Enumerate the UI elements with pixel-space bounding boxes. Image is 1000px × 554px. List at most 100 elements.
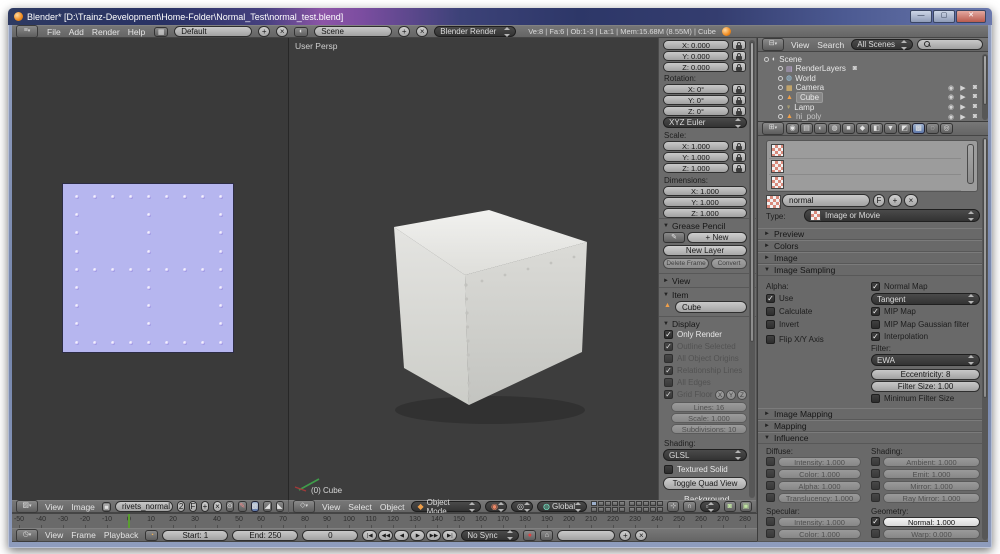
diffuse-0-checkbox[interactable] [766,457,775,466]
unlink-image-button[interactable]: × [213,501,221,512]
info-render-menu[interactable]: Render [89,27,123,37]
alpha-calculate-checkbox[interactable] [766,307,775,316]
renderability-camera-icon[interactable]: ◙ [969,103,981,111]
layer-toggle[interactable] [591,501,597,506]
layer-toggle[interactable] [636,501,642,506]
prev-keyframe-button[interactable]: ◀◀ [378,530,393,541]
diffuse-0-slider[interactable]: Intensity: 1.000 [778,457,861,467]
snap-element-select[interactable]: ▫ [700,501,720,512]
manipulator-icon[interactable]: ⊹ [667,501,679,512]
rotation-x-field-lock-icon[interactable] [732,84,746,94]
selectability-cursor-icon[interactable]: ▶ [957,113,969,121]
texture-slot-row[interactable] [769,159,961,175]
layer-toggle[interactable] [619,507,625,512]
slot-list-scrollbar[interactable] [967,144,974,184]
next-keyframe-button[interactable]: ▶▶ [426,530,441,541]
shading-1-slider[interactable]: Emit: 1.000 [883,469,980,479]
outliner-search-menu[interactable]: Search [814,40,847,50]
play-button[interactable]: ▶ [410,530,425,541]
grid-subdivisions-field[interactable]: Subdivisions: 10 [671,424,747,434]
visibility-eye-icon[interactable]: ◉ [945,84,957,92]
outline-selected-checkbox[interactable]: ✓ [664,342,673,351]
image-users-button[interactable]: 2 [177,501,185,512]
minimize-button[interactable]: — [910,10,932,23]
properties-scrollbar[interactable] [982,138,988,540]
uv-image-editor[interactable] [12,38,289,500]
filter-select[interactable]: EWA [871,354,980,366]
diffuse-1-slider[interactable]: Color: 1.000 [778,469,861,479]
pivot-point-select[interactable]: ◎ [511,501,533,512]
timeline-playback-menu[interactable]: Playback [101,530,142,540]
uv-edit-toggle-icon[interactable]: ✎ [238,501,246,512]
texture-slot-row[interactable] [769,143,961,159]
info-add-menu[interactable]: Add [66,27,87,37]
interpolation-checkbox[interactable]: ✓ [871,332,880,341]
layer-toggle[interactable] [643,501,649,506]
layer-toggle[interactable] [605,501,611,506]
filter-size-field[interactable]: Filter Size: 1.00 [871,381,980,392]
outliner-row[interactable]: ▦Camera◉▶◙ [758,83,988,93]
location-z-field-lock-icon[interactable] [732,62,746,72]
tab-constraints[interactable]: ◆ [856,123,869,134]
frame-start-field[interactable]: Start: 1 [162,530,228,541]
specular-0-slider[interactable]: Intensity: 1.000 [778,517,861,527]
shading-2-checkbox[interactable] [871,481,880,490]
image-view-menu[interactable]: View [42,502,66,512]
new-layer-button[interactable]: New Layer [663,245,747,256]
outliner-search-input[interactable] [917,39,983,50]
object-name-field[interactable]: Cube [675,301,747,313]
texture-name-field[interactable]: normal [782,194,870,207]
grease-pencil-draw-icon[interactable]: ✎ [663,232,685,243]
shading-1-checkbox[interactable] [871,469,880,478]
location-x-field-lock-icon[interactable] [732,40,746,50]
expand-toggle-icon[interactable] [778,76,783,81]
toggle-quad-view-button[interactable]: Toggle Quad View [663,477,747,490]
tab-world[interactable]: ◍ [828,123,841,134]
timeline-frame-menu[interactable]: Frame [68,530,99,540]
item-panel[interactable]: ▼Item [663,290,688,300]
tab-texture[interactable]: ▩ [912,123,925,134]
scale-x-field[interactable]: X: 1.000 [663,141,729,151]
expand-toggle-icon[interactable] [778,105,783,110]
titlebar[interactable]: Blender* [D:\Trainz-Development\Home-Fol… [8,8,992,25]
tab-render-layers[interactable]: ▤ [800,123,813,134]
sync-mode-select[interactable]: No Sync [461,530,519,541]
transform-orientation-select[interactable]: ◍Global [537,501,587,512]
outliner-row[interactable]: ▤RenderLayers◙ [758,64,988,74]
diffuse-3-checkbox[interactable] [766,493,775,502]
dimensions-x-field[interactable]: X: 1.000 [663,186,747,196]
grid-axis-z-toggle[interactable]: Z [737,390,747,400]
scope-icon[interactable]: ◣ [276,501,284,512]
mode-select[interactable]: ◆Object Mode [411,501,481,512]
panel-mapping[interactable]: ►Mapping [758,420,988,432]
viewport-view-menu[interactable]: View [319,502,343,512]
current-frame-field[interactable]: 0 [302,530,358,541]
scale-x-field-lock-icon[interactable] [732,141,746,151]
render-opengl-icon[interactable]: ◙ [724,501,736,512]
close-button[interactable]: ✕ [956,10,986,23]
viewport-object-menu[interactable]: Object [377,502,408,512]
diffuse-2-slider[interactable]: Alpha: 1.000 [778,481,861,491]
outliner-row[interactable]: ♀Lamp◉▶◙ [758,102,988,112]
selectability-cursor-icon[interactable]: ▶ [957,93,969,101]
visibility-eye-icon[interactable]: ◉ [945,93,957,101]
editor-type-menu[interactable]: ≡▾ [16,25,38,38]
tab-object-data[interactable]: ▼ [884,123,897,134]
diffuse-2-checkbox[interactable] [766,481,775,490]
insert-keyframe-button[interactable]: + [619,530,631,541]
delete-scene-button[interactable]: × [416,26,428,37]
panel-colors[interactable]: ►Colors [758,240,988,252]
layer-toggle[interactable] [591,507,597,512]
tab-particles[interactable]: ◌ [926,123,939,134]
current-frame-marker[interactable] [128,514,130,529]
layer-toggle[interactable] [605,507,611,512]
add-scene-button[interactable]: + [398,26,410,37]
grid-scale-field[interactable]: Scale: 1.000 [671,413,747,423]
layer-buttons[interactable] [629,501,663,512]
image-image-menu[interactable]: Image [68,502,98,512]
new-texture-button[interactable]: + [888,194,902,207]
keying-set-field[interactable] [557,530,615,541]
add-layout-button[interactable]: + [258,26,270,37]
relationship-lines-checkbox[interactable]: ✓ [664,366,673,375]
viewport-select-menu[interactable]: Select [345,502,375,512]
